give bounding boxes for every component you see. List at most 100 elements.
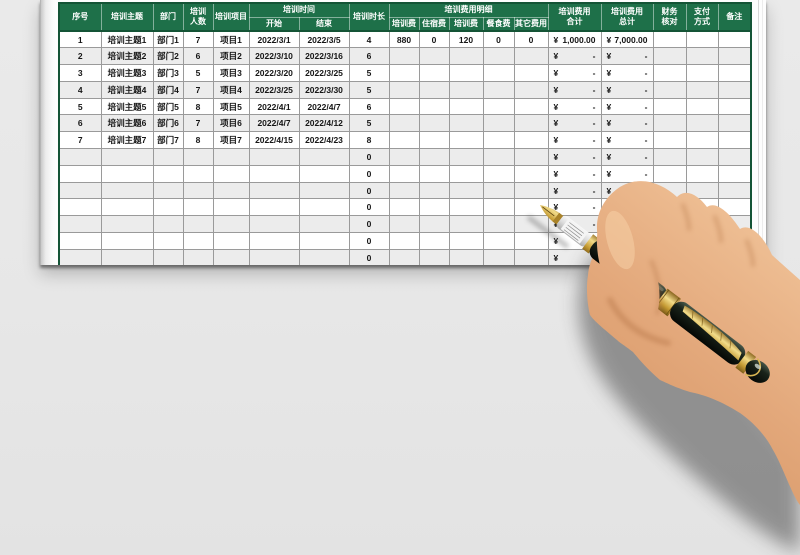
cell-topic[interactable]: 培训主题3 (100, 64, 154, 82)
header-topic[interactable]: 培训主题 (100, 2, 154, 32)
cell-people[interactable]: 8 (182, 97, 214, 116)
cell-start[interactable] (248, 198, 300, 217)
cell-other[interactable] (513, 97, 549, 116)
cell-fee1[interactable] (388, 248, 420, 265)
cell-seq[interactable]: 5 (58, 97, 102, 116)
cell-total[interactable]: ¥- (600, 64, 654, 82)
cell-payment[interactable] (685, 30, 719, 49)
cell-lodging[interactable]: 0 (418, 30, 450, 49)
cell-end[interactable] (298, 164, 350, 183)
cell-subtotal[interactable]: ¥- (547, 148, 602, 166)
cell-lodging[interactable] (418, 114, 450, 133)
cell-people[interactable] (182, 148, 214, 166)
cell-start[interactable] (248, 148, 300, 166)
cell-fee1[interactable] (388, 181, 420, 200)
cell-dept[interactable]: 部门6 (152, 114, 184, 133)
cell-start[interactable] (248, 215, 300, 234)
cell-seq[interactable]: 4 (58, 80, 102, 99)
cell-seq[interactable] (58, 181, 102, 200)
cell-project[interactable] (212, 198, 250, 217)
cell-total[interactable]: ¥- (600, 114, 654, 133)
cell-end[interactable] (298, 198, 350, 217)
cell-lodging[interactable] (418, 248, 450, 265)
cell-end[interactable] (298, 148, 350, 166)
cell-start[interactable]: 2022/3/20 (248, 64, 300, 82)
cell-people[interactable]: 7 (182, 114, 214, 133)
cell-people[interactable]: 7 (182, 30, 214, 49)
cell-lodging[interactable] (418, 97, 450, 116)
cell-total[interactable]: ¥7,000.00 (600, 30, 654, 49)
header-other[interactable]: 其它费用 (513, 16, 549, 32)
cell-project[interactable] (212, 248, 250, 265)
cell-dept[interactable] (152, 181, 184, 200)
cell-note[interactable] (717, 30, 752, 49)
cell-seq[interactable] (58, 232, 102, 250)
cell-lodging[interactable] (418, 164, 450, 183)
cell-duration[interactable]: 5 (348, 64, 390, 82)
cell-start[interactable] (248, 164, 300, 183)
cell-total[interactable]: ¥- (600, 97, 654, 116)
cell-start[interactable]: 2022/3/10 (248, 47, 300, 66)
cell-finance[interactable] (652, 131, 687, 150)
cell-subtotal[interactable]: ¥- (547, 47, 602, 66)
cell-end[interactable]: 2022/4/12 (298, 114, 350, 133)
cell-total[interactable]: ¥- (600, 148, 654, 166)
cell-duration[interactable]: 0 (348, 164, 390, 183)
cell-end[interactable]: 2022/4/23 (298, 131, 350, 150)
cell-fee1[interactable]: 880 (388, 30, 420, 49)
cell-start[interactable]: 2022/4/1 (248, 97, 300, 116)
cell-project[interactable] (212, 164, 250, 183)
header-total[interactable]: 培训费用 总计 (600, 2, 654, 32)
cell-topic[interactable] (100, 232, 154, 250)
header-people[interactable]: 培训 人数 (182, 2, 214, 32)
cell-fee1[interactable] (388, 80, 420, 99)
cell-fee2[interactable] (448, 80, 484, 99)
cell-seq[interactable]: 1 (58, 30, 102, 49)
header-fee1[interactable]: 培训费 (388, 16, 420, 32)
cell-people[interactable] (182, 215, 214, 234)
cell-payment[interactable] (685, 64, 719, 82)
cell-start[interactable]: 2022/3/25 (248, 80, 300, 99)
cell-end[interactable] (298, 232, 350, 250)
cell-lodging[interactable] (418, 181, 450, 200)
header-time-group[interactable]: 培训时间 (248, 2, 350, 18)
cell-total[interactable]: ¥- (600, 131, 654, 150)
cell-other[interactable] (513, 80, 549, 99)
cell-seq[interactable] (58, 198, 102, 217)
cell-start[interactable] (248, 181, 300, 200)
cell-start[interactable]: 2022/4/15 (248, 131, 300, 150)
cell-duration[interactable]: 5 (348, 80, 390, 99)
cell-project[interactable]: 项目2 (212, 47, 250, 66)
cell-fee1[interactable] (388, 148, 420, 166)
cell-project[interactable] (212, 232, 250, 250)
cell-fee1[interactable] (388, 164, 420, 183)
cell-lodging[interactable] (418, 80, 450, 99)
cell-seq[interactable]: 6 (58, 114, 102, 133)
cell-people[interactable]: 6 (182, 47, 214, 66)
cell-duration[interactable]: 0 (348, 215, 390, 234)
cell-end[interactable]: 2022/4/7 (298, 97, 350, 116)
cell-end[interactable]: 2022/3/25 (298, 64, 350, 82)
header-payment[interactable]: 支付 方式 (685, 2, 719, 32)
cell-payment[interactable] (685, 114, 719, 133)
cell-dept[interactable] (152, 215, 184, 234)
cell-lodging[interactable] (418, 148, 450, 166)
cell-fee1[interactable] (388, 47, 420, 66)
cell-other[interactable] (513, 47, 549, 66)
cell-topic[interactable]: 培训主题7 (100, 131, 154, 150)
cell-topic[interactable] (100, 148, 154, 166)
cell-note[interactable] (717, 148, 752, 166)
cell-people[interactable]: 5 (182, 64, 214, 82)
cell-dept[interactable] (152, 164, 184, 183)
header-duration[interactable]: 培训时长 (348, 2, 390, 32)
cell-dept[interactable] (152, 232, 184, 250)
cell-meal[interactable] (482, 47, 515, 66)
cell-meal[interactable] (482, 80, 515, 99)
cell-lodging[interactable] (418, 215, 450, 234)
cell-fee2[interactable] (448, 97, 484, 116)
cell-dept[interactable] (152, 148, 184, 166)
cell-finance[interactable] (652, 47, 687, 66)
cell-duration[interactable]: 0 (348, 232, 390, 250)
cell-fee1[interactable] (388, 131, 420, 150)
cell-subtotal[interactable]: ¥- (547, 64, 602, 82)
